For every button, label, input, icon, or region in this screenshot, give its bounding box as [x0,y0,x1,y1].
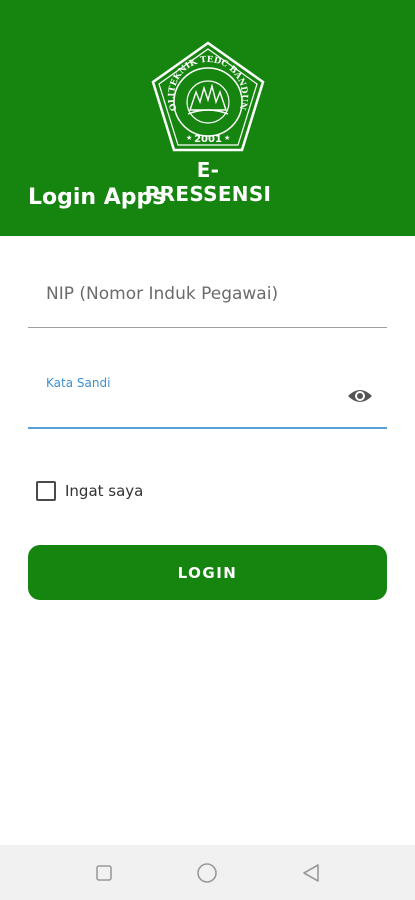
system-nav-bar [0,845,415,900]
svg-text:★: ★ [224,134,230,142]
remember-me-label: Ingat saya [65,482,144,500]
remember-me-toggle[interactable]: Ingat saya [36,480,143,502]
password-label: Kata Sandi [46,376,111,390]
back-triangle-icon[interactable] [300,862,322,884]
header-banner: POLITEKNIK TEDC BANDUNG ★ ★ 2001 E-PRESS… [0,0,415,236]
nip-input[interactable]: NIP (Nomor Induk Pegawai) [28,268,387,328]
login-screen: POLITEKNIK TEDC BANDUNG ★ ★ 2001 E-PRESS… [0,0,415,900]
home-circle-icon[interactable] [196,862,218,884]
logo-year: 2001 [194,134,222,145]
password-input[interactable]: Kata Sandi [28,364,387,429]
recent-apps-icon[interactable] [93,862,115,884]
svg-text:★: ★ [186,134,192,142]
nip-placeholder: NIP (Nomor Induk Pegawai) [46,284,279,304]
login-button[interactable]: LOGIN [28,545,387,600]
eye-icon[interactable] [347,386,373,406]
logo-emblem-icon: POLITEKNIK TEDC BANDUNG ★ ★ 2001 [150,40,265,152]
page-title: Login Apps [28,185,166,210]
remember-me-checkbox[interactable] [36,481,56,501]
